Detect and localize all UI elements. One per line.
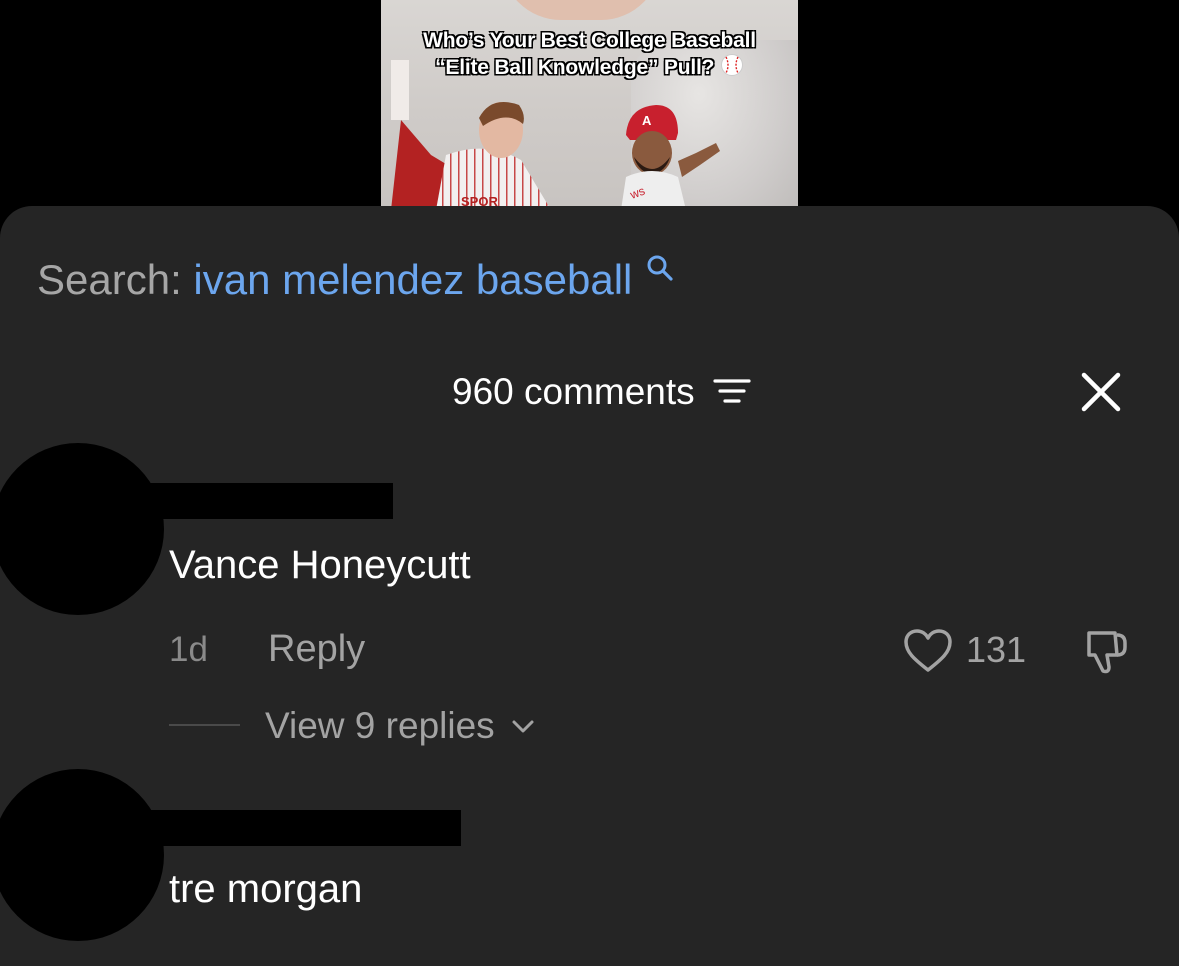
reply-button[interactable]: Reply bbox=[268, 627, 365, 671]
comment-timestamp: 1d bbox=[169, 630, 208, 669]
view-replies-button[interactable]: View 9 replies bbox=[265, 704, 535, 748]
comments-header: 960 comments bbox=[452, 370, 751, 414]
view-replies-label: View 9 replies bbox=[265, 705, 495, 746]
baseball-icon bbox=[720, 54, 743, 76]
video-title-line1: Who’s Your Best College Baseball bbox=[423, 29, 756, 52]
video-skin-area bbox=[501, 0, 661, 20]
svg-text:A: A bbox=[642, 113, 652, 128]
video-title-line2: “Elite Ball Knowledge” Pull? bbox=[435, 56, 715, 79]
dislike-icon[interactable] bbox=[1081, 625, 1133, 677]
avatar[interactable] bbox=[0, 769, 164, 941]
like-count: 131 bbox=[966, 629, 1027, 670]
video-title-line2-wrap: “Elite Ball Knowledge” Pull? bbox=[381, 53, 798, 80]
redacted-username bbox=[150, 483, 393, 519]
search-suggestion[interactable]: Search: ivan melendez baseball bbox=[37, 254, 674, 304]
redacted-username bbox=[150, 810, 461, 846]
sort-icon[interactable] bbox=[713, 376, 751, 406]
close-icon[interactable] bbox=[1079, 370, 1123, 414]
comment-text: tre morgan bbox=[169, 867, 363, 911]
video-overlay-title: Who’s Your Best College Baseball “Elite … bbox=[381, 28, 798, 80]
search-query-link[interactable]: ivan melendez baseball bbox=[193, 256, 632, 303]
comment-text: Vance Honeycutt bbox=[169, 543, 471, 587]
replies-divider bbox=[169, 724, 240, 726]
video-thumbnail[interactable]: SPOR A ws Who’s Your Best College Baseba… bbox=[381, 0, 798, 206]
search-prefix: Search: bbox=[37, 256, 182, 303]
chevron-down-icon bbox=[512, 720, 534, 733]
jersey-text: SPOR bbox=[461, 194, 498, 206]
player-right-image: A ws bbox=[621, 105, 720, 206]
player-left-image: SPOR bbox=[391, 60, 549, 206]
heart-icon[interactable] bbox=[902, 627, 954, 675]
avatar[interactable] bbox=[0, 443, 164, 615]
search-icon bbox=[647, 255, 673, 281]
comment-count: 960 comments bbox=[452, 371, 695, 412]
